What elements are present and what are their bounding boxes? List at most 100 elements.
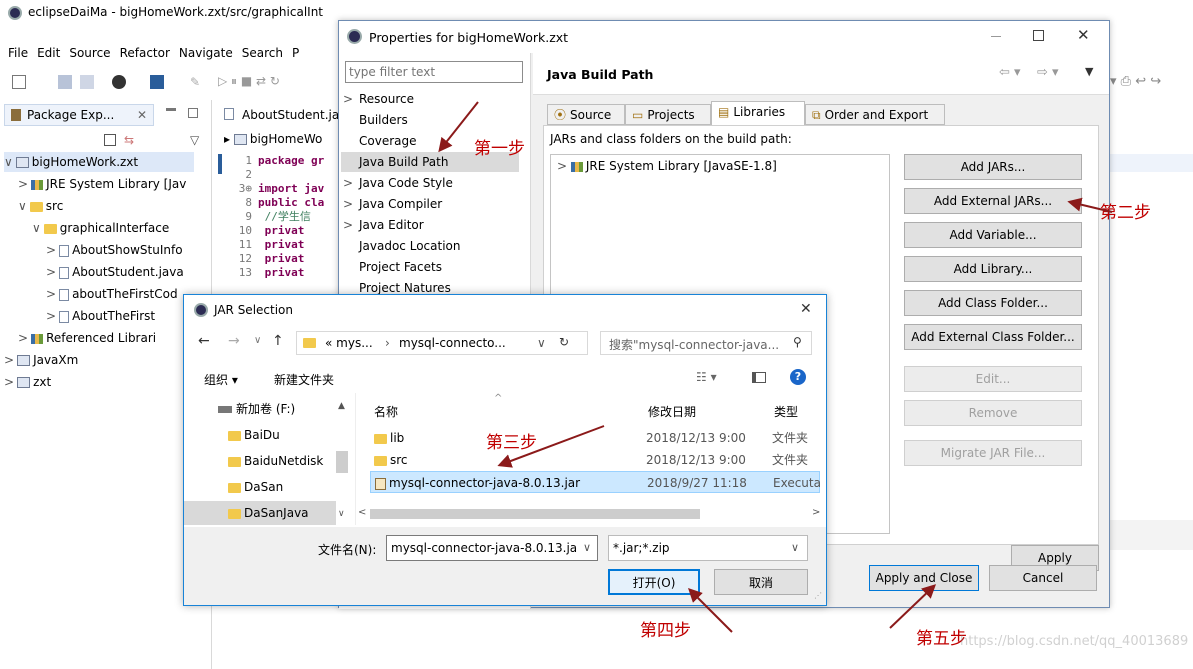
minimize-icon[interactable]	[166, 108, 176, 111]
jar-cancel-button[interactable]: 取消	[714, 569, 808, 595]
chevron-down-icon[interactable]: ∨	[32, 221, 41, 235]
column-header[interactable]: 名称	[374, 403, 398, 420]
chevron-down-icon[interactable]: ∨	[791, 541, 799, 554]
nav-item[interactable]: > Java Code Style	[341, 173, 519, 193]
close-icon[interactable]: ✕	[800, 301, 812, 317]
forward-icon[interactable]: ⇨ ▾	[1037, 65, 1059, 80]
horizontal-scrollbar[interactable]: < >	[356, 505, 826, 523]
resize-grip-icon[interactable]: ⋰	[814, 591, 822, 600]
sidebar-folder[interactable]: BaiduNetdisk	[184, 449, 336, 473]
tree-item[interactable]: ∨ src	[18, 196, 63, 216]
file-row[interactable]: src 2018/12/13 9:00 文件夹	[370, 449, 820, 471]
package-explorer-tab[interactable]: Package Exp... ✕	[4, 104, 154, 126]
tree-item[interactable]: ∨ bigHomeWork.zxt	[4, 152, 194, 172]
scroll-right-icon[interactable]: >	[812, 507, 820, 518]
menu-item[interactable]: File	[8, 46, 28, 60]
collapse-all-icon[interactable]	[104, 134, 116, 146]
sidebar-folder[interactable]: 新加卷 (F:)	[184, 397, 336, 421]
chevron-down-icon[interactable]: ∨	[254, 335, 261, 346]
menu-item[interactable]: Navigate	[179, 46, 233, 60]
tab-order-and-export[interactable]: ⧉ Order and Export	[805, 104, 945, 125]
step-icons[interactable]: ▷ ⏸ ■ ⇄ ↻	[218, 74, 280, 89]
filename-input[interactable]: mysql-connector-java-8.0.13.ja ∨	[386, 535, 598, 561]
list-item[interactable]: > JRE System Library [JavaSE-1.8]	[557, 159, 777, 173]
column-header[interactable]: 修改日期	[648, 403, 696, 420]
tree-item[interactable]: > zxt	[4, 372, 51, 392]
close-icon[interactable]: ✕	[137, 108, 147, 122]
view-menu-icon[interactable]: ▼	[1085, 65, 1093, 78]
skip-icon[interactable]: ✎	[190, 75, 204, 89]
tree-item[interactable]: > Referenced Librari	[18, 328, 156, 348]
link-editor-icon[interactable]: ⇆	[124, 133, 134, 147]
search-icon[interactable]: ⚲	[793, 335, 802, 349]
build-path-button[interactable]: Add Class Folder...	[904, 290, 1082, 316]
menu-item[interactable]: Edit	[37, 46, 60, 60]
sidebar-folder[interactable]: BaiDu	[184, 423, 336, 447]
organize-menu[interactable]: 组织 ▾	[204, 371, 238, 388]
tree-item[interactable]: > aboutTheFirstCod	[46, 284, 178, 304]
tab-libraries[interactable]: ▤ Libraries	[711, 101, 805, 125]
tree-item[interactable]: > AboutStudent.java	[46, 262, 184, 282]
chevron-right-icon[interactable]: >	[341, 89, 355, 109]
build-path-button[interactable]: Add External JARs...	[904, 188, 1082, 214]
back-icon[interactable]: ←	[198, 333, 210, 349]
chevron-right-icon[interactable]: >	[4, 353, 14, 367]
scroll-down-icon[interactable]: ∨	[338, 509, 345, 519]
tree-item[interactable]: > JavaXm	[4, 350, 78, 370]
tab-projects[interactable]: ▭ Projects	[625, 104, 711, 125]
chevron-down-icon[interactable]: ∨	[583, 541, 591, 554]
menu-item[interactable]: Search	[242, 46, 283, 60]
cancel-button[interactable]: Cancel	[989, 565, 1097, 591]
forward-icon[interactable]: →	[228, 333, 240, 349]
column-header[interactable]: 类型	[774, 403, 798, 420]
chevron-right-icon[interactable]: >	[341, 215, 355, 235]
back-icon[interactable]: ⇦ ▾	[999, 65, 1021, 80]
apply-and-close-button[interactable]: Apply and Close	[869, 565, 979, 591]
chevron-right-icon[interactable]: >	[18, 177, 28, 191]
scroll-left-icon[interactable]: <	[358, 507, 366, 518]
menu-item[interactable]: Refactor	[120, 46, 170, 60]
tree-item[interactable]: > AboutTheFirst	[46, 306, 155, 326]
chevron-right-icon[interactable]: >	[46, 287, 56, 301]
address-bar[interactable]: « mys... › mysql-connecto... ∨ ↻	[296, 331, 588, 355]
scrollbar-thumb[interactable]	[336, 451, 348, 473]
tree-item[interactable]: > JRE System Library [Jav	[18, 174, 186, 194]
new-folder-button[interactable]: 新建文件夹	[274, 371, 334, 388]
maximize-icon[interactable]	[1033, 30, 1044, 41]
scrollbar-thumb[interactable]	[370, 509, 700, 519]
chevron-right-icon[interactable]: >	[18, 331, 28, 345]
build-path-button[interactable]: Add Library...	[904, 256, 1082, 282]
build-path-button[interactable]: Edit...	[904, 366, 1082, 392]
debug-icon[interactable]	[112, 75, 126, 89]
nav-item[interactable]: > Resource	[341, 89, 519, 109]
menu-item[interactable]: P	[292, 46, 299, 60]
chevron-right-icon[interactable]: >	[46, 243, 56, 257]
editor-tab[interactable]: AboutStudent.ja	[218, 104, 344, 126]
sidebar-folder[interactable]: DaSanJava	[184, 501, 336, 525]
path-segment[interactable]: « mys...	[325, 336, 373, 350]
up-icon[interactable]: ↑	[272, 333, 284, 349]
tab-source[interactable]: ⦿ Source	[547, 104, 625, 125]
path-segment[interactable]: mysql-connecto...	[399, 336, 506, 350]
chevron-right-icon[interactable]: >	[4, 375, 14, 389]
tree-item[interactable]: ∨ graphicalInterface	[32, 218, 169, 238]
filter-select[interactable]: *.jar;*.zip ∨	[608, 535, 808, 561]
sidebar-folder[interactable]: DaSan	[184, 475, 336, 499]
scroll-up-icon[interactable]: ▲	[338, 401, 345, 411]
view-options-icon[interactable]: ☷ ▾	[696, 370, 717, 384]
maximize-icon[interactable]	[188, 108, 198, 118]
chevron-down-icon[interactable]: ∨	[18, 199, 27, 213]
build-path-button[interactable]: Add External Class Folder...	[904, 324, 1082, 350]
breadcrumb-project[interactable]: bigHomeWo	[250, 132, 323, 146]
chevron-down-icon[interactable]: ∨	[4, 155, 13, 169]
nav-item[interactable]: > Java Editor	[341, 215, 519, 235]
chevron-right-icon[interactable]: >	[341, 173, 355, 193]
chevron-right-icon[interactable]: >	[46, 309, 56, 323]
nav-item[interactable]: > Java Compiler	[341, 194, 519, 214]
chevron-down-icon[interactable]: ∨	[537, 336, 546, 350]
terminal-icon[interactable]	[150, 75, 164, 89]
nav-item[interactable]: Javadoc Location	[341, 236, 519, 256]
help-icon[interactable]: ?	[790, 369, 806, 385]
build-path-button[interactable]: Remove	[904, 400, 1082, 426]
minimize-icon[interactable]	[991, 36, 1001, 37]
